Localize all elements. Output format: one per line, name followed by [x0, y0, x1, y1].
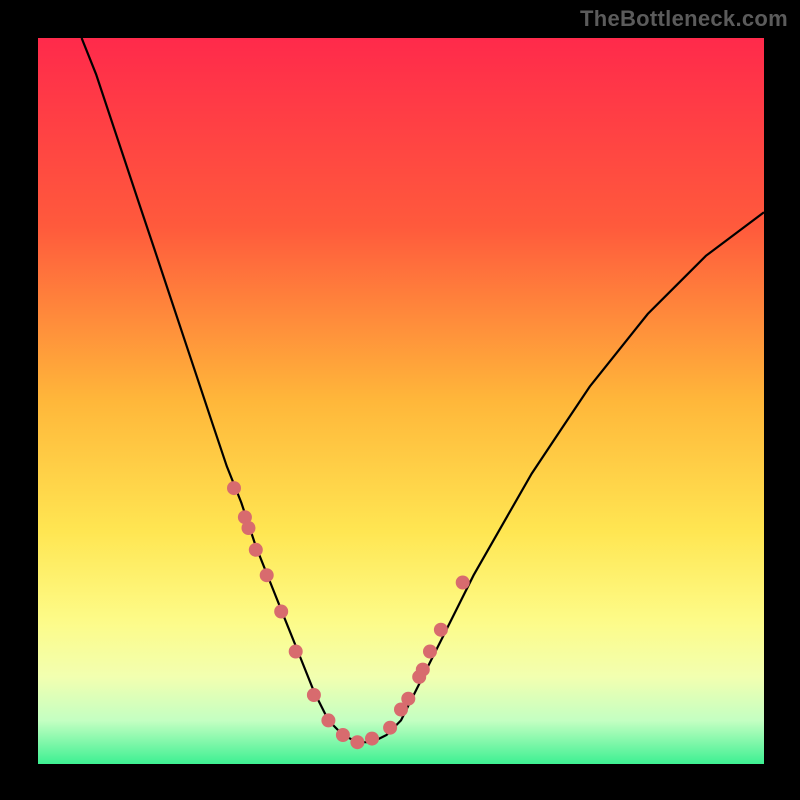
data-dot: [260, 568, 274, 582]
data-dot: [456, 576, 470, 590]
gradient-background: [38, 38, 764, 764]
data-dot: [401, 692, 415, 706]
data-dot: [307, 688, 321, 702]
data-dot: [289, 645, 303, 659]
data-dot: [423, 645, 437, 659]
data-dot: [336, 728, 350, 742]
data-dot: [227, 481, 241, 495]
data-dot: [434, 623, 448, 637]
data-dot: [321, 713, 335, 727]
data-dot: [416, 663, 430, 677]
plot-area: [38, 38, 764, 764]
data-dot: [249, 543, 263, 557]
chart-container: TheBottleneck.com: [0, 0, 800, 800]
data-dot: [350, 735, 364, 749]
watermark-text: TheBottleneck.com: [580, 6, 788, 32]
data-dot: [242, 521, 256, 535]
chart-svg: [38, 38, 764, 764]
data-dot: [274, 605, 288, 619]
data-dot: [383, 721, 397, 735]
data-dot: [365, 732, 379, 746]
